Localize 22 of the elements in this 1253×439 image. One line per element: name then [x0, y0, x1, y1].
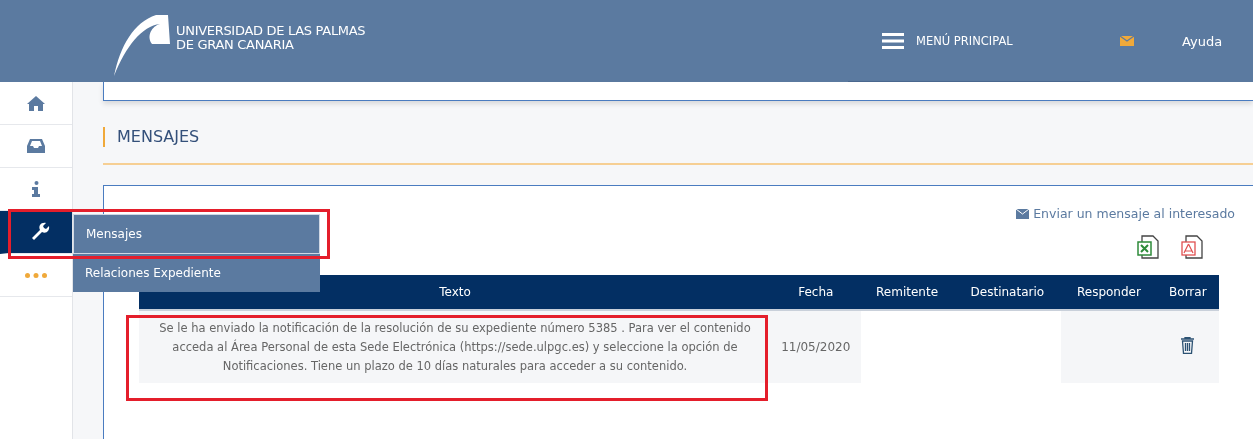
envelope-icon [1016, 208, 1030, 219]
university-name: UNIVERSIDAD DE LAS PALMAS DE GRAN CANARIA [176, 24, 366, 52]
sidebar-item[interactable] [0, 211, 72, 254]
page-title: MENSAJES [103, 127, 1253, 147]
column-header: Responder [1061, 275, 1157, 311]
trash-icon[interactable] [1181, 337, 1195, 354]
more-icon [25, 272, 47, 278]
column-header: Fecha [771, 275, 861, 311]
menu-icon [882, 32, 904, 49]
message-text: Se le ha enviado la notificación de la resolución de su expediente número 5385 . Para ver el contenido acceda al Área Personal de esta Sede Electrónica (https://sede.ulpgc.es) y seleccione la opción de Notificaciones. Tiene un plazo de 10 días naturales para acceder a su contenido. [139, 311, 771, 383]
column-header: Borrar [1156, 275, 1219, 311]
date-cell: 11/05/2020 [771, 311, 861, 383]
help-link[interactable]: Ayuda [1182, 33, 1223, 49]
wrench-icon [30, 222, 50, 242]
home-icon [27, 95, 45, 111]
column-header: Destinatario [953, 275, 1062, 311]
inbox-icon [27, 139, 45, 153]
pdf-file-icon[interactable] [1181, 235, 1205, 259]
excel-file-icon[interactable] [1137, 235, 1161, 259]
info-icon [32, 181, 40, 197]
flyout-menu-item[interactable]: Mensajes [73, 214, 320, 254]
column-header: Remitente [860, 275, 954, 311]
